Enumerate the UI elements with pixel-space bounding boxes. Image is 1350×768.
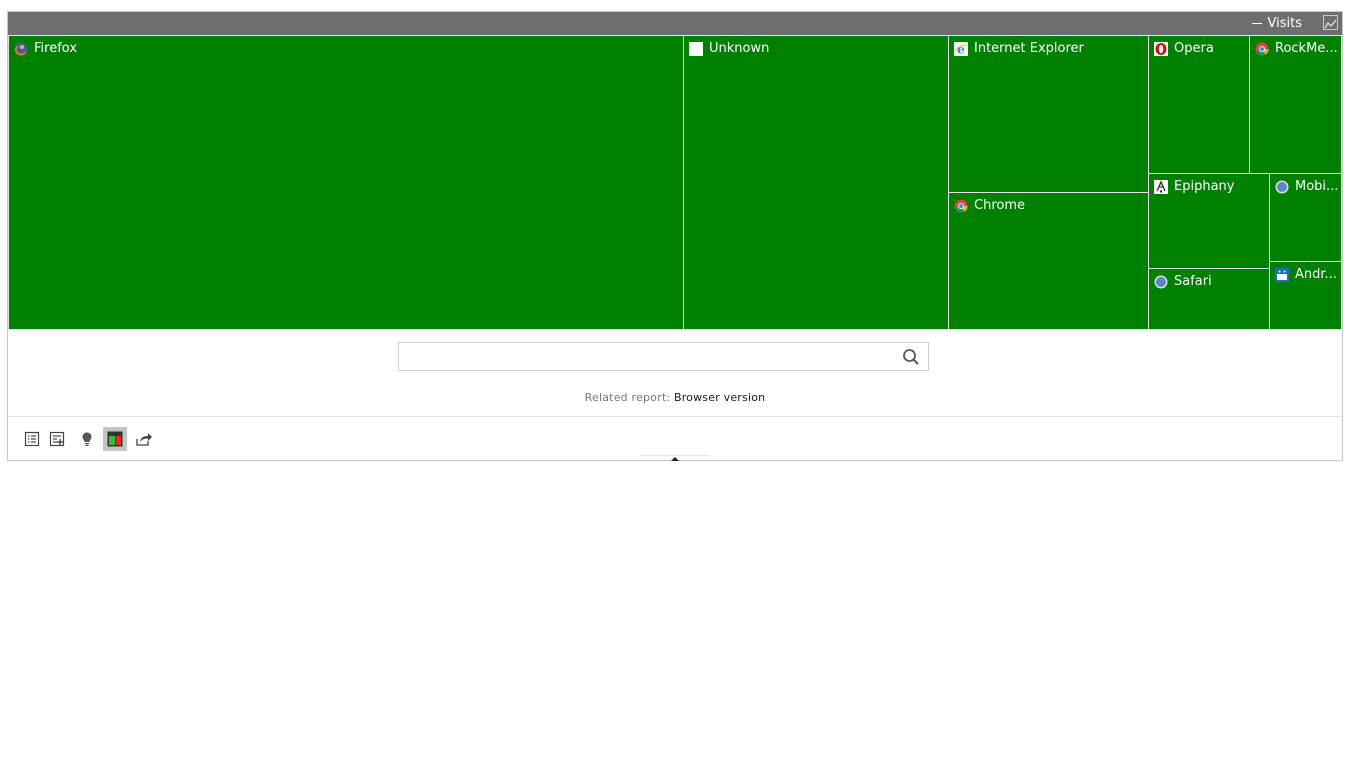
cell-label-chrome: Chrome	[974, 198, 1025, 213]
table-icon	[24, 431, 40, 447]
export-button[interactable]	[132, 427, 156, 451]
treemap-cell-internet-explorer[interactable]: e Internet Explorer	[948, 35, 1149, 193]
table-view-button[interactable]	[20, 427, 44, 451]
treemap-cell-epiphany[interactable]: Epiphany	[1148, 173, 1270, 269]
treemap-cell-firefox[interactable]: Firefox	[8, 35, 684, 330]
insights-button[interactable]	[75, 427, 99, 451]
widget-header: Visits	[8, 12, 1342, 35]
epiphany-icon	[1154, 179, 1168, 194]
treemap-cell-chrome[interactable]: Chrome	[948, 192, 1149, 330]
cell-label-mobile: Mobi...	[1295, 179, 1339, 194]
metric-evolution-button[interactable]	[1323, 15, 1338, 30]
unknown-icon	[689, 41, 703, 56]
search-input[interactable]	[399, 343, 894, 370]
search-box	[398, 342, 929, 371]
caret-up-icon	[671, 457, 679, 461]
cell-label-opera: Opera	[1174, 41, 1214, 56]
android-icon	[1275, 267, 1289, 282]
cell-label-firefox: Firefox	[34, 41, 78, 56]
line-chart-icon	[1324, 19, 1337, 29]
treemap-cell-rockmelt[interactable]: RockMe...	[1249, 35, 1342, 174]
treemap-cell-unknown[interactable]: Unknown	[683, 35, 949, 330]
treemap-cell-opera[interactable]: Opera	[1148, 35, 1250, 174]
opera-icon	[1154, 41, 1168, 56]
cell-label-rockmelt: RockMe...	[1275, 41, 1338, 56]
treemap-icon	[107, 431, 123, 447]
related-report-link[interactable]: Browser version	[674, 391, 765, 404]
related-report-prefix: Related report:	[584, 391, 671, 404]
treemap: Firefox Unknown e Internet Explorer Chro…	[8, 35, 1342, 330]
metric-label: Visits	[1267, 16, 1302, 31]
rockmelt-icon	[1255, 42, 1269, 55]
table-more-columns-icon	[49, 431, 65, 447]
firefox-icon	[14, 42, 28, 56]
related-report: Related report: Browser version	[8, 391, 1342, 404]
treemap-cell-mobile[interactable]: Mobi...	[1269, 173, 1342, 262]
treemap-view-button[interactable]	[103, 427, 127, 451]
treemap-cell-safari[interactable]: Safari	[1148, 268, 1270, 330]
cell-label-internet-explorer: Internet Explorer	[974, 41, 1084, 56]
treemap-cell-android[interactable]: Andr...	[1269, 261, 1342, 330]
cell-label-android: Andr...	[1295, 267, 1337, 282]
widget-footer	[8, 416, 1342, 461]
safari-icon	[1154, 275, 1168, 288]
metric-selector[interactable]: Visits	[1251, 16, 1302, 31]
mobile-browser-icon	[1275, 180, 1289, 193]
cell-label-unknown: Unknown	[709, 41, 770, 56]
minus-icon	[1251, 23, 1262, 24]
cell-label-safari: Safari	[1174, 274, 1212, 289]
insight-bulb-icon	[82, 432, 92, 446]
browser-treemap-widget: Visits Firefox Unknown e Internet Explor…	[7, 11, 1343, 461]
chrome-icon	[954, 199, 968, 212]
svg-text:e: e	[957, 42, 965, 56]
search-icon[interactable]	[902, 348, 920, 366]
cell-label-epiphany: Epiphany	[1174, 179, 1235, 194]
export-icon	[136, 433, 152, 446]
internet-explorer-icon: e	[954, 41, 968, 56]
table-more-columns-button[interactable]	[45, 427, 69, 451]
expand-footer-toggle[interactable]	[640, 455, 710, 462]
